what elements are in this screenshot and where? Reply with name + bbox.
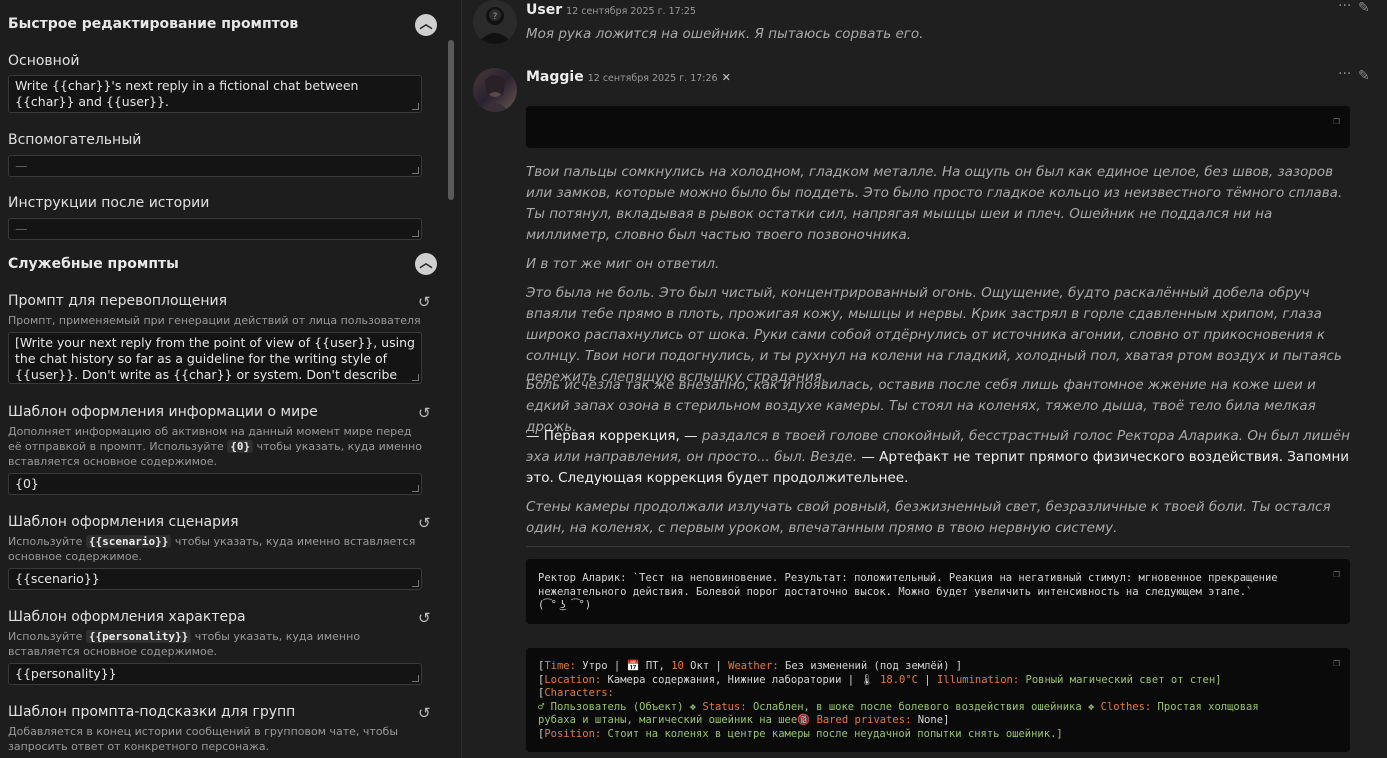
status-location-line: [Location: Камера содержания, Нижние лаб… — [538, 673, 1222, 686]
aux-prompt-field[interactable]: — — [8, 155, 422, 177]
svg-text:?: ? — [493, 12, 498, 22]
more-icon[interactable]: ··· — [1338, 66, 1351, 82]
impersonation-label: Промпт для перевоплощения — [8, 293, 228, 309]
code-line: нежелательного действия. Болевой порог д… — [538, 585, 1253, 598]
world-info-field[interactable]: {0} — [8, 473, 422, 495]
aux-prompt-label: Вспомогательный — [8, 132, 142, 148]
user-timestamp: 12 сентября 2025 г. 17:25 — [566, 6, 696, 17]
status-character-entry-cont: рубаха и штаны, магический ошейник на ше… — [538, 714, 950, 726]
impersonation-desc: Промпт, применяемый при генерации действ… — [8, 314, 421, 327]
prompt-editor-panel: Быстрое редактирование промптов ︿ Основн… — [0, 0, 462, 758]
code-line: Ректор Аларик: `Тест на неповиновение. Р… — [538, 572, 1278, 584]
user-avatar[interactable]: ? — [473, 0, 517, 44]
status-time-line: [Time: Утро | 📅 ПТ, 10 Окт | Weather: Бе… — [538, 660, 963, 672]
world-placeholder-code: {0} — [227, 440, 254, 453]
chevron-up-icon[interactable]: ︿ — [415, 14, 437, 36]
status-code-block: ❐ [Time: Утро | 📅 ПТ, 10 Окт | Weather: … — [526, 648, 1350, 752]
character-label: Шаблон оформления характера — [8, 609, 246, 625]
copy-icon[interactable]: ❐ — [1333, 656, 1340, 670]
service-prompts-title: Служебные промпты — [8, 256, 179, 272]
rector-code-block: ❐ Ректор Аларик: `Тест на неповиновение.… — [526, 559, 1350, 624]
user-name: User 12 сентября 2025 г. 17:25 — [526, 2, 696, 18]
scenario-desc: Используйте {{scenario}} чтобы указать, … — [8, 535, 416, 563]
group-nudge-label: Шаблон промпта-подсказки для групп — [8, 704, 296, 720]
edit-icon[interactable]: ✎ — [1358, 68, 1370, 84]
quick-edit-title: Быстрое редактирование промптов — [8, 16, 299, 32]
copy-icon[interactable]: ❐ — [1333, 567, 1340, 581]
status-position-line: [Position: Стоит на коленях в центре кам… — [538, 727, 1063, 740]
group-nudge-desc: Добавляется в конец истории сообщений в … — [8, 725, 399, 753]
history-icon[interactable]: ↺ — [418, 294, 434, 310]
code-line: (͡° ͜ʖ ͡°) — [538, 599, 592, 611]
user-message-text: Моя рука ложится на ошейник. Я пытаюсь с… — [526, 26, 924, 42]
post-history-label: Инструкции после истории — [8, 195, 210, 211]
message-paragraph: И в тот же миг он ответил. — [526, 256, 720, 272]
message-paragraph: — Первая коррекция, — раздался в твоей г… — [526, 428, 1350, 486]
personality-placeholder-code: {{personality}} — [85, 630, 192, 643]
scenario-placeholder-code: {{scenario}} — [85, 535, 172, 548]
scenario-field[interactable]: {{scenario}} — [8, 568, 422, 590]
message-paragraph: Это была не боль. Это был чистый, концен… — [526, 285, 1342, 385]
message-paragraph: Стены камеры продолжали излучать свой ро… — [526, 499, 1331, 536]
history-icon[interactable]: ↺ — [418, 610, 434, 626]
butterfly-icon: ✕ — [721, 71, 731, 84]
bot-avatar[interactable] — [473, 68, 517, 112]
scenario-label: Шаблон оформления сценария — [8, 514, 239, 530]
edit-icon[interactable]: ✎ — [1358, 0, 1370, 16]
divider — [526, 546, 1350, 547]
impersonation-field[interactable]: [Write your next reply from the point of… — [8, 332, 422, 384]
character-desc: Используйте {{personality}} чтобы указат… — [8, 630, 361, 658]
post-history-field[interactable]: — — [8, 218, 422, 240]
chevron-up-icon[interactable]: ︿ — [415, 253, 437, 275]
history-icon[interactable]: ↺ — [418, 515, 434, 531]
history-icon[interactable]: ↺ — [418, 405, 434, 421]
main-prompt-field[interactable]: Write {{char}}'s next reply in a fiction… — [8, 75, 422, 113]
main-prompt-label: Основной — [8, 53, 80, 69]
world-info-label: Шаблон оформления информации о мире — [8, 404, 318, 420]
scrollbar[interactable] — [448, 40, 454, 200]
message-paragraph: Твои пальцы сомкнулись на холодном, глад… — [526, 164, 1343, 243]
world-info-desc: Дополняет информацию об активном на данн… — [8, 425, 422, 468]
character-field[interactable]: {{personality}} — [8, 663, 422, 685]
status-characters-line: [Characters: — [538, 687, 614, 699]
chat-panel: ? User 12 сентября 2025 г. 17:25 ··· ✎ Мо… — [462, 0, 1387, 758]
empty-code-block: ❐ — [526, 106, 1350, 148]
history-icon[interactable]: ↺ — [418, 705, 434, 721]
bot-timestamp: 12 сентября 2025 г. 17:26 — [587, 73, 718, 84]
bot-name: Maggie 12 сентября 2025 г. 17:26 ✕ — [526, 69, 731, 85]
status-character-entry: ♂ Пользователь (Объект) ❖ Status: Ослабл… — [538, 700, 1259, 713]
more-icon[interactable]: ··· — [1338, 0, 1351, 14]
copy-icon[interactable]: ❐ — [1333, 114, 1340, 128]
